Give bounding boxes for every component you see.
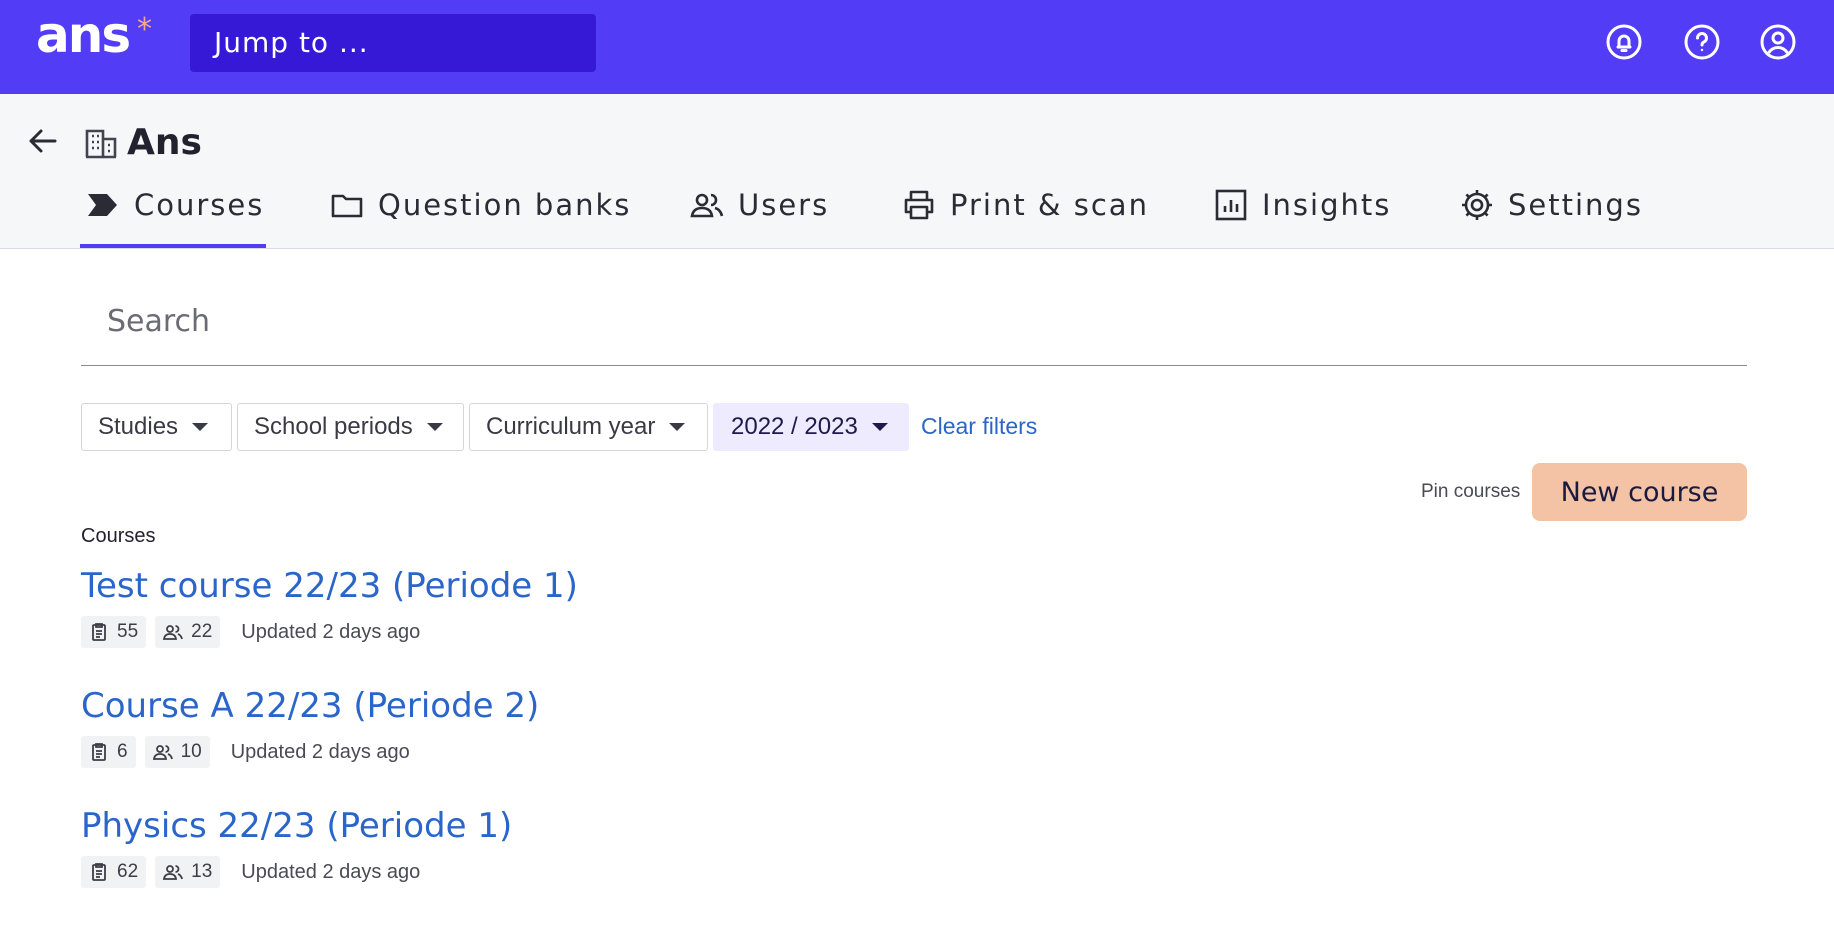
course-meta: 62 13 Updated 2 days ago: [81, 856, 512, 888]
clipboard-icon: [92, 623, 106, 641]
clipboard-icon: [92, 743, 106, 761]
back-arrow-icon[interactable]: [26, 124, 60, 158]
assignments-count: 62: [117, 861, 139, 882]
users-count-badge: 10: [144, 736, 210, 768]
tab-label: Users: [738, 188, 830, 222]
list-item: Physics 22/23 (Periode 1) 62 13 Updated …: [81, 806, 512, 888]
filter-label: Curriculum year: [486, 413, 656, 440]
filter-school-periods[interactable]: School periods: [237, 403, 464, 451]
page-title: Ans: [127, 122, 202, 163]
filter-curriculum-year[interactable]: Curriculum year: [469, 403, 708, 451]
top-bar: ans * Jump to ...: [0, 0, 1834, 94]
jump-to-search[interactable]: Jump to ...: [190, 14, 596, 72]
bell-icon[interactable]: [1604, 22, 1644, 62]
updated-text: Updated 2 days ago: [241, 620, 421, 643]
building-icon: [84, 126, 118, 160]
users-icon: [690, 188, 724, 222]
users-count: 10: [180, 741, 202, 762]
new-course-button[interactable]: New course: [1532, 463, 1747, 521]
logo-star: *: [137, 12, 152, 47]
filter-label: 2022 / 2023: [731, 413, 858, 440]
filter-label: School periods: [254, 413, 413, 440]
filter-label: Studies: [98, 413, 179, 440]
help-icon[interactable]: [1682, 22, 1722, 62]
assignments-count-badge: 62: [81, 856, 147, 888]
tab-label: Courses: [134, 188, 265, 222]
app-logo[interactable]: ans: [36, 6, 131, 64]
assignments-count: 55: [117, 621, 139, 642]
printer-icon: [902, 188, 936, 222]
bar-chart-icon: [1214, 188, 1248, 222]
updated-text: Updated 2 days ago: [230, 740, 410, 763]
courses-tag-icon: [86, 188, 120, 222]
course-title-link[interactable]: Physics 22/23 (Periode 1): [81, 806, 512, 846]
list-item: Course A 22/23 (Periode 2) 6 10 Updated …: [81, 686, 539, 768]
course-meta: 6 10 Updated 2 days ago: [81, 736, 539, 768]
search-input[interactable]: [81, 278, 1747, 366]
users-icon: [163, 865, 184, 880]
filter-studies[interactable]: Studies: [81, 403, 232, 451]
users-count: 13: [191, 861, 213, 882]
tab-label: Insights: [1262, 188, 1392, 222]
tab-print-scan[interactable]: Print & scan: [902, 186, 1149, 248]
users-count-badge: 22: [155, 616, 221, 648]
clipboard-icon: [92, 863, 106, 881]
updated-text: Updated 2 days ago: [241, 860, 421, 883]
assignments-count: 6: [117, 741, 128, 762]
tab-courses[interactable]: Courses: [79, 186, 267, 248]
assignments-count-badge: 6: [81, 736, 136, 768]
tab-label: Print & scan: [950, 188, 1149, 222]
course-meta: 55 22 Updated 2 days ago: [81, 616, 578, 648]
tab-question-banks[interactable]: Question banks: [330, 186, 631, 248]
caret-down-icon: [426, 423, 443, 431]
users-icon: [163, 625, 184, 640]
caret-down-icon: [871, 423, 888, 431]
tab-label: Settings: [1508, 188, 1643, 222]
users-count-badge: 13: [155, 856, 221, 888]
course-title-link[interactable]: Course A 22/23 (Periode 2): [81, 686, 539, 726]
filter-academic-year[interactable]: 2022 / 2023: [713, 403, 909, 451]
tab-users[interactable]: Users: [690, 186, 829, 248]
course-title-link[interactable]: Test course 22/23 (Periode 1): [81, 566, 578, 606]
gear-icon: [1460, 188, 1494, 222]
tab-insights[interactable]: Insights: [1214, 186, 1391, 248]
tab-settings[interactable]: Settings: [1460, 186, 1643, 248]
list-item: Test course 22/23 (Periode 1) 55 22 Upda…: [81, 566, 578, 648]
caret-down-icon: [192, 423, 209, 431]
tab-label: Question banks: [378, 188, 632, 222]
users-icon: [152, 745, 173, 760]
clear-filters-link[interactable]: Clear filters: [921, 413, 1037, 440]
pin-courses-button[interactable]: Pin courses: [1421, 481, 1520, 503]
caret-down-icon: [669, 423, 686, 431]
assignments-count-badge: 55: [81, 616, 147, 648]
users-count: 22: [191, 621, 213, 642]
page-header: Ans Courses Question banks Users Print &…: [0, 94, 1834, 249]
folder-icon: [330, 188, 364, 222]
account-icon[interactable]: [1758, 22, 1798, 62]
courses-section-label: Courses: [81, 525, 156, 547]
